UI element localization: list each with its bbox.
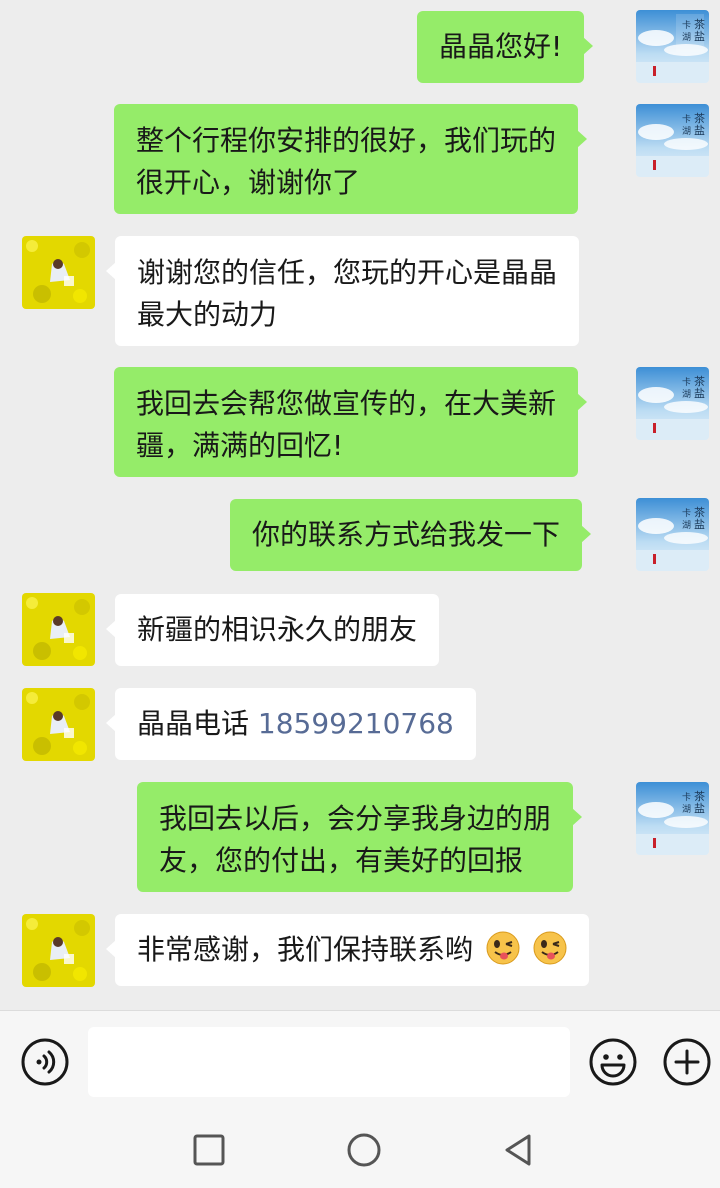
my-avatar[interactable]: 茶 盐 卡 湖 [636, 782, 709, 855]
message-line: 很开心，谢谢你了 [136, 166, 361, 199]
rapeseed-field-photo [22, 688, 95, 761]
contact-message-bubble[interactable]: 非常感谢，我们保持联系哟 [106, 914, 589, 986]
svg-text:卡: 卡 [682, 19, 691, 31]
message-line: 疆，满满的回忆! [136, 429, 344, 462]
phone-number-link[interactable]: 18599210768 [258, 707, 454, 740]
recent-apps-square-icon[interactable] [191, 1132, 227, 1168]
my-message-bubble[interactable]: 你的联系方式给我发一下 [230, 499, 592, 571]
message-line: 整个行程你安排的很好，我们玩的 [136, 124, 557, 157]
contact-avatar[interactable] [22, 236, 95, 309]
salt-lake-photo: 茶 盐 卡 湖 [636, 104, 709, 177]
svg-text:卡: 卡 [682, 507, 691, 519]
salt-lake-photo: 茶 盐 卡 湖 [636, 498, 709, 571]
salt-lake-photo: 茶 盐 卡 湖 [636, 782, 709, 855]
svg-text:盐: 盐 [694, 802, 705, 815]
message-text-input[interactable] [88, 1027, 570, 1097]
svg-text:盐: 盐 [694, 387, 705, 400]
message-text: 新疆的相识永久的朋友 [137, 613, 418, 646]
svg-text:盐: 盐 [694, 124, 705, 137]
contact-message-bubble[interactable]: 新疆的相识永久的朋友 [105, 594, 440, 666]
home-circle-icon[interactable] [346, 1132, 382, 1168]
winking-tongue-emoji-icon [533, 931, 567, 965]
my-avatar[interactable]: 茶 盐 卡 湖 [636, 104, 709, 177]
svg-text:盐: 盐 [694, 518, 705, 531]
message-text: 你的联系方式给我发一下 [252, 518, 561, 551]
winking-tongue-emoji-icon [486, 931, 520, 965]
contact-message-bubble[interactable]: 谢谢您的信任，您玩的开心是晶晶 最大的动力 [105, 236, 580, 346]
svg-text:湖: 湖 [682, 389, 691, 400]
contact-avatar[interactable] [22, 688, 95, 761]
svg-text:卡: 卡 [682, 113, 691, 125]
svg-text:湖: 湖 [682, 520, 691, 531]
message-line: 最大的动力 [137, 298, 278, 331]
message-text: 非常感谢，我们保持联系哟 [137, 933, 474, 966]
salt-lake-photo: 茶 盐 卡 湖 [636, 367, 709, 440]
contact-avatar[interactable] [22, 914, 95, 987]
svg-text:湖: 湖 [682, 126, 691, 137]
my-message-bubble[interactable]: 我回去会帮您做宣传的，在大美新 疆，满满的回忆! [114, 367, 588, 477]
contact-avatar[interactable] [22, 593, 95, 666]
svg-text:湖: 湖 [682, 32, 691, 43]
rapeseed-field-photo [22, 236, 95, 309]
svg-text:卡: 卡 [682, 376, 691, 388]
my-message-bubble[interactable]: 晶晶您好! [417, 11, 594, 83]
message-line: 我回去会帮您做宣传的，在大美新 [136, 387, 557, 420]
voice-input-icon[interactable] [20, 1037, 70, 1087]
message-input-bar [0, 1010, 720, 1110]
contact-message-bubble[interactable]: 晶晶电话 18599210768 [106, 688, 476, 760]
rapeseed-field-photo [22, 914, 95, 987]
my-avatar[interactable]: 茶 盐 卡 湖 [636, 498, 709, 571]
more-options-plus-icon[interactable] [662, 1037, 712, 1087]
my-avatar[interactable]: 茶 盐 卡 湖 [636, 367, 709, 440]
svg-text:湖: 湖 [682, 804, 691, 815]
svg-text:卡: 卡 [682, 791, 691, 803]
message-line: 友，您的付出，有美好的回报 [159, 844, 524, 877]
system-navigation-bar [0, 1110, 720, 1188]
message-line: 我回去以后，会分享我身边的朋 [159, 802, 552, 835]
my-message-bubble[interactable]: 我回去以后，会分享我身边的朋 友，您的付出，有美好的回报 [137, 782, 583, 892]
my-avatar[interactable]: 茶 盐 卡 湖 [636, 10, 709, 83]
message-line: 谢谢您的信任，您玩的开心是晶晶 [137, 256, 558, 289]
message-text: 晶晶您好! [439, 30, 563, 63]
back-triangle-icon[interactable] [501, 1132, 537, 1168]
salt-lake-photo: 茶 盐 卡 湖 [636, 10, 709, 83]
chat-area[interactable]: 晶晶您好! 茶 盐 卡 湖 整个行程你安排的很好，我们玩的 很开心，谢谢你了 茶… [0, 0, 720, 1010]
message-text: 晶晶电话 [137, 707, 258, 740]
rapeseed-field-photo [22, 593, 95, 666]
svg-text:盐: 盐 [694, 30, 705, 43]
emoji-picker-icon[interactable] [588, 1037, 638, 1087]
my-message-bubble[interactable]: 整个行程你安排的很好，我们玩的 很开心，谢谢你了 [114, 104, 588, 214]
